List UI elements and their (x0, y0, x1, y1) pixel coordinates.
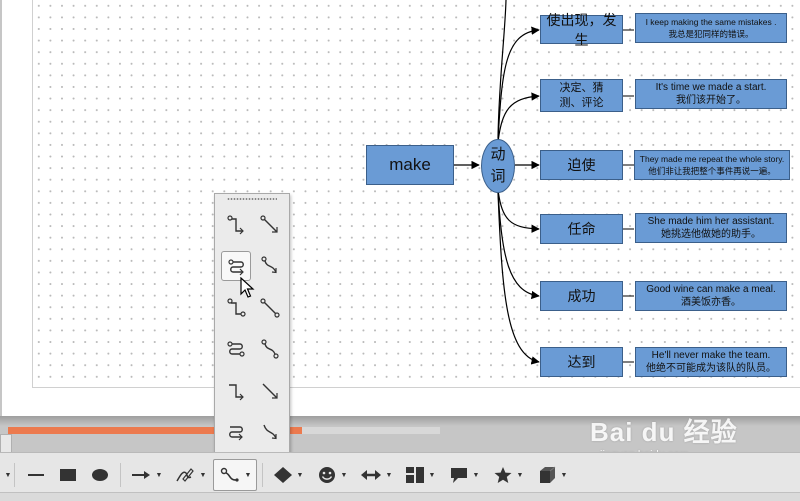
branch-curve-2 (497, 92, 540, 143)
example-zh: 酒美饭亦香。 (681, 297, 741, 308)
callout-icon[interactable]: ▼ (444, 461, 484, 489)
rectangle-icon[interactable] (54, 461, 82, 489)
connector-circle-ends-icon[interactable] (221, 334, 251, 364)
example-en: He'll never make the team. (651, 350, 771, 361)
category-node[interactable]: 迫使 (540, 150, 623, 180)
example-en: Good wine can make a meal. (646, 284, 776, 295)
example-zh: 他绝不可能成为该队的队员。 (646, 363, 776, 374)
diamond-icon[interactable]: ▼ (268, 461, 308, 489)
example-node[interactable]: She made him her assistant. 她挑选他做她的助手。 (635, 213, 787, 243)
category-node[interactable]: 成功 (540, 281, 623, 311)
example-node[interactable]: They made me repeat the whole story. 他们非… (634, 150, 790, 180)
category-node[interactable]: 决定、猜测、评论 (540, 79, 623, 112)
category-node[interactable]: 任命 (540, 214, 623, 244)
example-node[interactable]: It's time we made a start. 我们该开始了。 (635, 79, 787, 109)
hub-line-1: 动 (490, 146, 506, 163)
example-zh: 我们该开始了。 (676, 95, 746, 106)
example-node[interactable]: I keep making the same mistakes . 我总是犯同样… (635, 13, 787, 43)
example-en: I keep making the same mistakes . (645, 17, 777, 27)
toolbar-separator (262, 463, 263, 487)
curve-icon[interactable]: ▼ (170, 461, 210, 489)
double-arrow-icon[interactable]: ▼ (356, 461, 396, 489)
mouse-cursor-icon (240, 277, 255, 298)
toolbar-separator (14, 463, 15, 487)
connector-icon[interactable]: ▼ (213, 459, 257, 491)
example-zh: 我总是犯同样的错误。 (668, 29, 754, 39)
baidu-watermark: Bai du 经验 jingyan.baidu.com (590, 412, 738, 461)
category-node[interactable]: 达到 (540, 347, 623, 377)
example-node[interactable]: He'll never make the team. 他绝不可能成为该队的队员。 (635, 347, 787, 377)
arrow-icon[interactable]: ▼ (126, 461, 166, 489)
flowchart-icon[interactable]: ▼ (400, 461, 440, 489)
toolbar-prev-dropdown[interactable]: ▼ (2, 461, 12, 489)
straight-connector-icon[interactable] (221, 376, 251, 406)
connector-palette[interactable] (214, 193, 290, 455)
hub-line-2: 词 (490, 168, 506, 185)
straight-line-icon[interactable] (255, 376, 285, 406)
ellipse-icon[interactable] (86, 461, 114, 489)
branch-curve-6 (497, 192, 540, 365)
example-zh: 他们非让我把整个事件再说一遍。 (648, 166, 776, 176)
line-icon[interactable] (22, 461, 50, 489)
make-node[interactable]: make (366, 145, 454, 185)
curved-connector-icon[interactable] (255, 251, 285, 281)
watermark-main: Bai du 经验 (590, 417, 738, 447)
connector-arrows-icon[interactable] (221, 417, 251, 447)
example-en: It's time we made a start. (655, 82, 767, 93)
example-node[interactable]: Good wine can make a meal. 酒美饭亦香。 (635, 281, 787, 311)
branch-curve-4 (497, 189, 540, 233)
category-node[interactable]: 使出现，发生 (540, 12, 623, 48)
toolbar-separator (120, 463, 121, 487)
cube-icon[interactable]: ▼ (532, 461, 572, 489)
palette-drag-handle[interactable] (227, 197, 277, 201)
curved-circles-icon[interactable] (255, 334, 285, 364)
star-icon[interactable]: ▼ (488, 461, 528, 489)
example-en: She made him her assistant. (647, 216, 775, 227)
verb-hub-node[interactable]: 动 词 (481, 139, 515, 193)
example-en: They made me repeat the whole story. (639, 154, 785, 164)
example-zh: 她挑选他做她的助手。 (661, 229, 761, 240)
branch-curve-5 (497, 191, 540, 300)
curved-connector-arrow-icon[interactable] (255, 417, 285, 447)
line-circles-icon[interactable] (255, 293, 285, 323)
line-connector-icon[interactable] (255, 210, 285, 240)
branch-curve-1 (497, 26, 540, 141)
smiley-icon[interactable]: ▼ (312, 461, 352, 489)
connector-icon[interactable] (221, 210, 251, 240)
